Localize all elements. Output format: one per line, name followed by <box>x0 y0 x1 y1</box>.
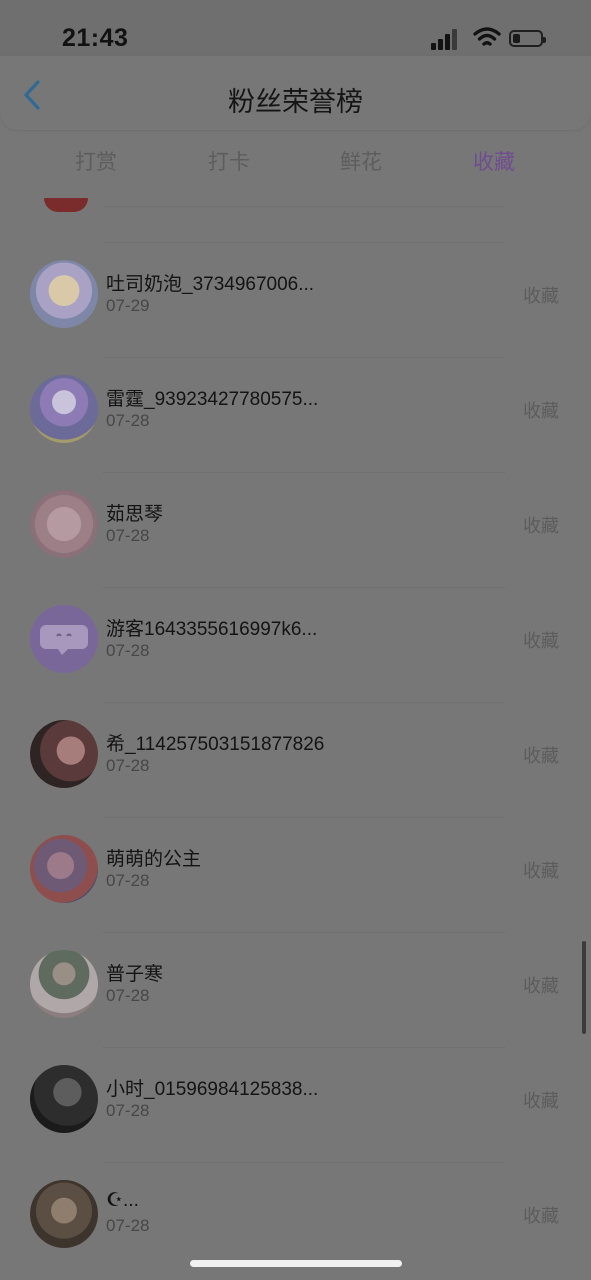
list-item[interactable]: 游客1643355616997k6... 07-28 收藏 <box>0 587 591 702</box>
nav-bar: 粉丝荣誉榜 <box>0 56 591 130</box>
avatar <box>30 835 98 903</box>
avatar <box>30 260 98 328</box>
avatar-partial <box>44 198 88 212</box>
item-date: 07-28 <box>106 641 150 660</box>
tab-bar: 打赏 打卡 鲜花 收藏 <box>0 130 591 190</box>
user-name: 普子寒 <box>106 964 164 985</box>
tab-checkin[interactable]: 打卡 <box>189 146 269 176</box>
user-name: 茹思琴 <box>106 504 164 525</box>
avatar <box>30 490 98 558</box>
chat-bubble-icon <box>40 625 88 655</box>
avatar <box>30 720 98 788</box>
battery-icon <box>509 30 546 47</box>
user-name: 萌萌的公主 <box>106 849 202 870</box>
item-date: 07-28 <box>106 526 150 545</box>
list-item[interactable]: 萌萌的公主 07-28 收藏 <box>0 817 591 932</box>
action-label: 收藏 <box>523 1091 559 1111</box>
list-item[interactable]: 小时_01596984125838... 07-28 收藏 <box>0 1047 591 1162</box>
tab-reward[interactable]: 打赏 <box>56 146 136 176</box>
list-item[interactable]: 雷霆_93923427780575... 07-28 收藏 <box>0 357 591 472</box>
guest-avatar <box>30 605 98 673</box>
user-name: ☪... <box>106 1190 139 1211</box>
home-indicator[interactable] <box>190 1260 402 1267</box>
wifi-icon <box>473 27 501 46</box>
user-name: 游客1643355616997k6... <box>106 619 318 640</box>
action-label: 收藏 <box>523 976 559 996</box>
avatar <box>30 950 98 1018</box>
action-label: 收藏 <box>523 631 559 651</box>
user-name: 吐司奶泡_3734967006... <box>106 274 315 295</box>
avatar <box>30 1180 98 1248</box>
item-date: 07-28 <box>106 986 150 1005</box>
user-name: 小时_01596984125838... <box>106 1079 319 1100</box>
item-date: 07-29 <box>106 296 150 315</box>
user-name: 雷霆_93923427780575... <box>106 389 319 410</box>
item-date: 07-28 <box>106 756 150 775</box>
action-label: 收藏 <box>523 861 559 881</box>
action-label: 收藏 <box>523 286 559 306</box>
list-item[interactable]: 吐司奶泡_3734967006... 07-29 收藏 <box>0 242 591 357</box>
tab-favorites[interactable]: 收藏 <box>454 146 534 176</box>
item-date: 07-28 <box>106 1216 150 1235</box>
list-item[interactable]: 普子寒 07-28 收藏 <box>0 932 591 1047</box>
action-label: 收藏 <box>523 401 559 421</box>
list-item[interactable]: 茹思琴 07-28 收藏 <box>0 472 591 587</box>
scrollbar[interactable] <box>582 941 586 1034</box>
action-label: 收藏 <box>523 746 559 766</box>
status-time: 21:43 <box>62 24 129 52</box>
page-title: 粉丝荣誉榜 <box>228 87 363 117</box>
fan-list: 吐司奶泡_3734967006... 07-29 收藏 雷霆_939234277… <box>0 190 591 1280</box>
tab-flowers[interactable]: 鲜花 <box>321 146 401 176</box>
action-label: 收藏 <box>523 1206 559 1226</box>
item-date: 07-28 <box>106 1101 150 1120</box>
cellular-signal-icon <box>431 28 461 50</box>
avatar <box>30 375 98 443</box>
avatar <box>30 1065 98 1133</box>
user-name: 希_114257503151877826 <box>106 734 325 755</box>
list-item[interactable]: 希_114257503151877826 07-28 收藏 <box>0 702 591 817</box>
divider <box>103 206 505 207</box>
item-date: 07-28 <box>106 411 150 430</box>
status-bar: 21:43 <box>0 0 591 56</box>
action-label: 收藏 <box>523 516 559 536</box>
item-date: 07-28 <box>106 871 150 890</box>
